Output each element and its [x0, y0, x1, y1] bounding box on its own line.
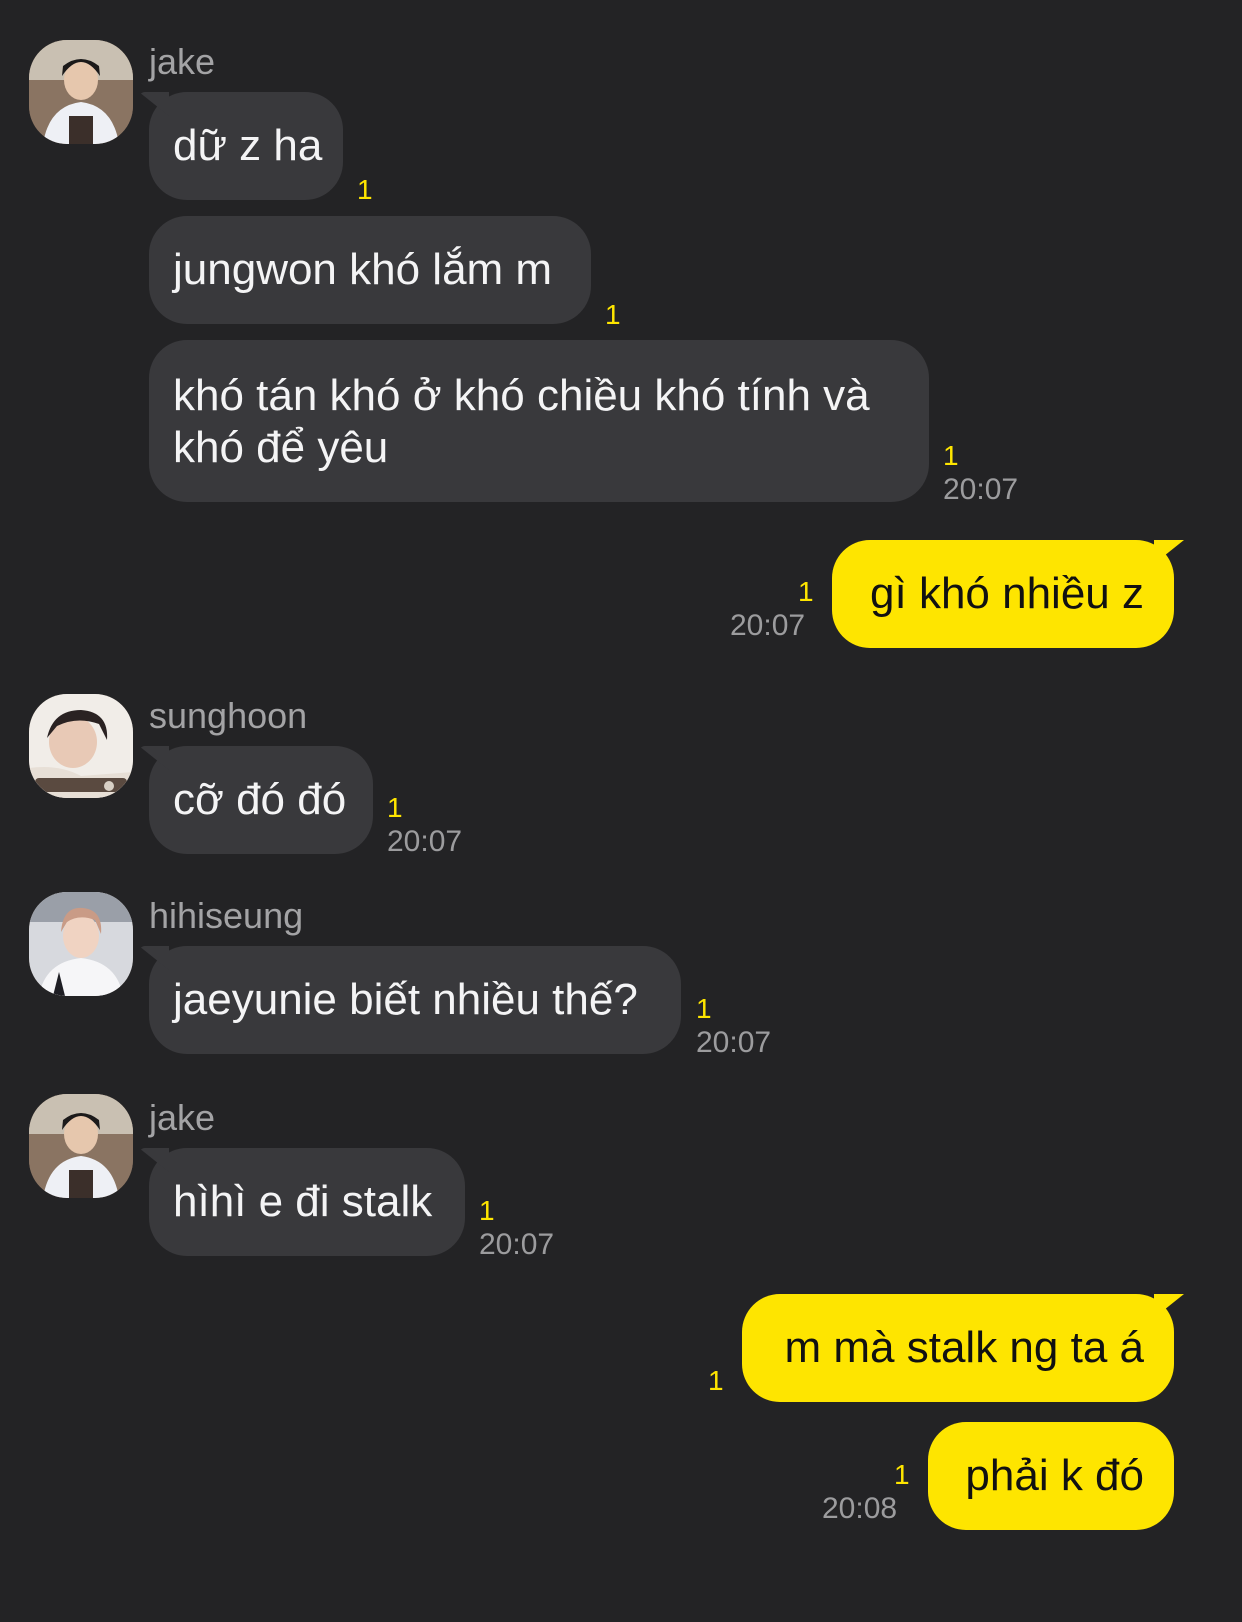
message-time: 20:07	[479, 1228, 555, 1261]
bubble-tail	[1154, 1294, 1184, 1318]
sender-name: jake	[149, 1097, 216, 1138]
unread-count: 1	[479, 1195, 495, 1226]
message-bubble[interactable]: dữ z ha	[139, 92, 343, 200]
unread-count: 1	[894, 1459, 910, 1490]
message-text: dữ z ha	[173, 121, 323, 170]
message-time: 20:07	[730, 609, 806, 642]
message-time: 20:08	[822, 1492, 898, 1525]
sender-name: sunghoon	[149, 695, 308, 736]
message-bubble[interactable]: phải k đó	[928, 1422, 1174, 1530]
bubble-tail	[1154, 540, 1184, 564]
unread-count: 1	[605, 299, 621, 330]
message-time: 20:07	[943, 473, 1019, 506]
message-text: jungwon khó lắm m	[173, 245, 553, 294]
unread-count: 1	[357, 174, 373, 205]
message-bubble[interactable]: hìhì e đi stalk	[139, 1148, 465, 1256]
message-bubble[interactable]: jaeyunie biết nhiều thế?	[139, 946, 681, 1054]
message-bubble[interactable]: khó tán khó ở khó chiều khó tính và khó …	[149, 340, 929, 502]
bubble-tail	[139, 946, 169, 970]
sender-name: jake	[149, 41, 216, 82]
jake-avatar[interactable]	[29, 40, 133, 144]
unread-count: 1	[387, 792, 403, 823]
sunghoon-avatar[interactable]	[29, 694, 133, 798]
unread-count: 1	[696, 993, 712, 1024]
message-time: 20:07	[387, 825, 463, 858]
message-text: phải k đó	[965, 1451, 1144, 1500]
unread-count: 1	[708, 1365, 724, 1396]
message-time: 20:07	[696, 1026, 772, 1059]
hihiseung-avatar[interactable]	[29, 892, 133, 996]
unread-count: 1	[798, 576, 814, 607]
unread-count: 1	[943, 440, 959, 471]
message-bubble[interactable]: m mà stalk ng ta á	[742, 1294, 1184, 1402]
message-bubble[interactable]: cỡ đó đó	[139, 746, 373, 854]
bubble-tail	[139, 1148, 169, 1172]
message-bubble[interactable]: jungwon khó lắm m	[149, 216, 591, 324]
bubble-tail	[139, 92, 169, 116]
message-text: khó tán khó ở khó chiều khó tính và khó …	[173, 371, 870, 472]
message-text: cỡ đó đó	[173, 775, 347, 824]
message-bubble[interactable]: gì khó nhiều z	[832, 540, 1184, 648]
message-text: jaeyunie biết nhiều thế?	[173, 975, 638, 1024]
jake-avatar[interactable]	[29, 1094, 133, 1198]
sender-name: hihiseung	[149, 895, 304, 936]
message-text: m mà stalk ng ta á	[784, 1323, 1144, 1372]
message-text: hìhì e đi stalk	[173, 1177, 433, 1226]
message-text: gì khó nhiều z	[870, 569, 1144, 618]
bubble-tail	[139, 746, 169, 770]
